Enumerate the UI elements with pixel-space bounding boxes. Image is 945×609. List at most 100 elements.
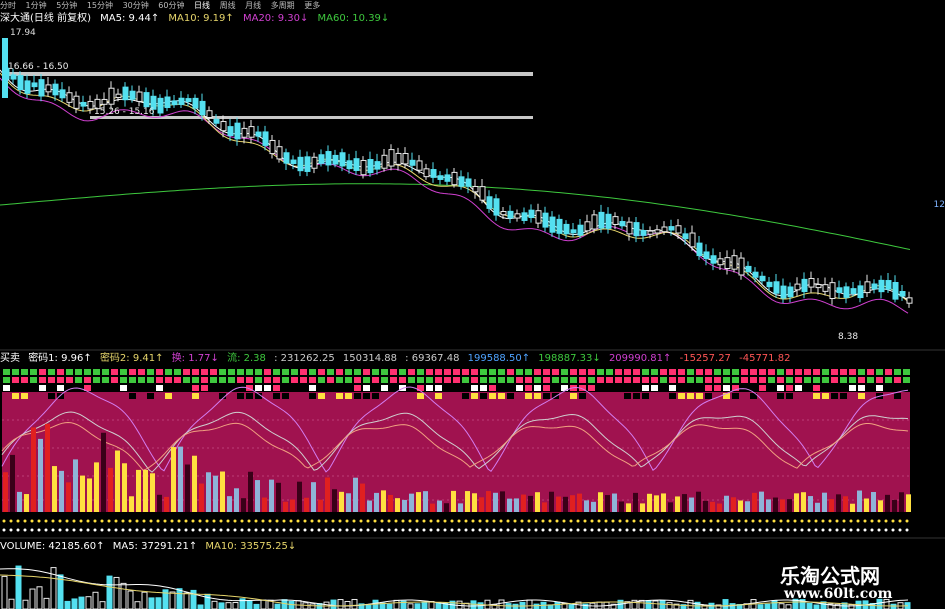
candle-body bbox=[332, 154, 339, 165]
dot-marker bbox=[821, 519, 825, 523]
candle-body bbox=[626, 221, 633, 235]
dot-marker bbox=[779, 519, 783, 523]
candle-body bbox=[213, 118, 220, 124]
dot-marker bbox=[373, 528, 377, 532]
signal-cell bbox=[741, 369, 748, 375]
dot-marker bbox=[835, 519, 839, 523]
indicator-bar bbox=[549, 491, 554, 512]
signal-cell bbox=[345, 369, 352, 375]
dot-marker bbox=[828, 528, 832, 532]
range2-label: 15.26 - 15.16 bbox=[94, 107, 155, 117]
volume-bar bbox=[582, 603, 589, 609]
candle-body bbox=[10, 74, 17, 80]
dot-marker bbox=[289, 528, 293, 532]
indicator-bar bbox=[626, 503, 631, 512]
indicator-bar bbox=[472, 493, 477, 512]
dot-marker bbox=[310, 519, 314, 523]
dot-marker bbox=[863, 528, 867, 532]
indicator-bar bbox=[486, 491, 491, 512]
dot-marker bbox=[485, 528, 489, 532]
dot-marker bbox=[240, 528, 244, 532]
signal-cell bbox=[462, 369, 469, 375]
dot-marker bbox=[163, 519, 167, 523]
dot-marker bbox=[107, 528, 111, 532]
dot-marker bbox=[135, 528, 139, 532]
signal-cell bbox=[336, 377, 343, 383]
dot-marker bbox=[436, 519, 440, 523]
indicator-bar bbox=[570, 495, 575, 512]
indicator-name[interactable]: 买卖 bbox=[0, 353, 20, 364]
volume-value[interactable]: VOLUME: 42185.60↑ bbox=[0, 541, 105, 552]
signal-cell bbox=[363, 385, 370, 391]
dot-marker bbox=[2, 528, 6, 532]
volume-bar bbox=[729, 603, 736, 609]
dot-marker bbox=[198, 519, 202, 523]
indicator-bar bbox=[3, 472, 8, 512]
signal-cell bbox=[606, 377, 613, 383]
dot-marker bbox=[100, 528, 104, 532]
dot-marker bbox=[618, 519, 622, 523]
dot-marker bbox=[128, 528, 132, 532]
signal-cell bbox=[156, 369, 163, 375]
signal-cell bbox=[48, 393, 55, 399]
volume-bar bbox=[512, 603, 519, 609]
signal-cell bbox=[831, 369, 838, 375]
signal-cell bbox=[480, 369, 487, 375]
signal-cell bbox=[12, 393, 19, 399]
signal-cell bbox=[129, 369, 136, 375]
dot-marker bbox=[758, 519, 762, 523]
candle-body bbox=[640, 230, 647, 236]
dot-marker bbox=[898, 528, 902, 532]
indicator-bar bbox=[745, 501, 750, 512]
dot-marker bbox=[44, 519, 48, 523]
dot-marker bbox=[429, 528, 433, 532]
candle-body bbox=[549, 216, 556, 233]
candle-body bbox=[199, 100, 206, 116]
dot-marker bbox=[695, 519, 699, 523]
dot-marker bbox=[247, 528, 251, 532]
candle-body bbox=[738, 257, 745, 276]
signal-cell bbox=[498, 377, 505, 383]
dot-marker bbox=[569, 519, 573, 523]
candle-body bbox=[724, 257, 731, 270]
dot-marker bbox=[422, 528, 426, 532]
dot-marker bbox=[625, 519, 629, 523]
signal-cell bbox=[480, 393, 487, 399]
indicator-bar bbox=[94, 462, 99, 512]
volume-bar bbox=[120, 582, 127, 609]
signal-cell bbox=[750, 369, 757, 375]
candle-body bbox=[269, 139, 276, 155]
indicator-bar bbox=[801, 492, 806, 512]
signal-cell bbox=[120, 385, 127, 391]
ind-value-5: : 231262.25 bbox=[274, 353, 335, 364]
dot-marker bbox=[772, 528, 776, 532]
ind-value-8: 199588.50↑ bbox=[467, 353, 531, 364]
candle-body bbox=[283, 152, 290, 164]
candle-body bbox=[416, 160, 423, 171]
indicator-title: 买卖 密码1: 9.96↑ 密码2: 9.41↑ 换: 1.77↓ 流: 2.3… bbox=[0, 352, 795, 366]
dot-marker bbox=[261, 519, 265, 523]
dot-marker bbox=[464, 519, 468, 523]
dot-marker bbox=[765, 528, 769, 532]
signal-cell bbox=[255, 369, 262, 375]
dot-marker bbox=[632, 519, 636, 523]
signal-cell bbox=[444, 369, 451, 375]
signal-cell bbox=[624, 369, 631, 375]
volume-bar bbox=[232, 602, 239, 609]
indicator-bar bbox=[52, 466, 57, 512]
candle-body bbox=[472, 185, 479, 193]
candle-body bbox=[668, 226, 675, 231]
dot-marker bbox=[296, 519, 300, 523]
indicator-bar bbox=[514, 498, 519, 512]
signal-cell bbox=[111, 377, 118, 383]
signal-cell bbox=[642, 393, 649, 399]
chart-canvas[interactable] bbox=[0, 0, 945, 609]
signal-cell bbox=[138, 377, 145, 383]
volume-bar bbox=[771, 600, 778, 609]
dot-marker bbox=[191, 519, 195, 523]
dot-marker bbox=[338, 519, 342, 523]
signal-cell bbox=[84, 369, 91, 375]
signal-cell bbox=[660, 377, 667, 383]
indicator-bar bbox=[304, 497, 309, 512]
candle-body bbox=[577, 224, 584, 236]
